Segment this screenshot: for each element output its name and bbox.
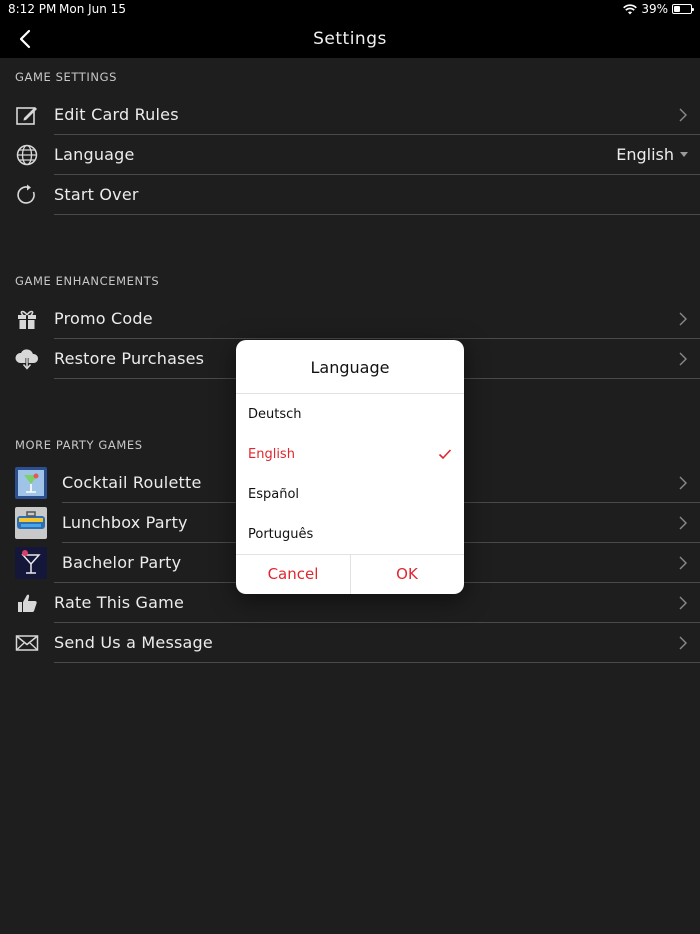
cocktail-roulette-app-icon: [14, 466, 48, 500]
lunchbox-party-app-icon: [14, 506, 48, 540]
row-language[interactable]: Language English: [0, 135, 700, 175]
chevron-right-icon: [679, 312, 687, 326]
row-label: Promo Code: [54, 309, 153, 328]
section-header-game-enhancements: GAME ENHANCEMENTS: [15, 274, 160, 288]
chevron-right-icon: [679, 556, 687, 570]
globe-icon: [14, 143, 40, 167]
row-divider: [54, 214, 700, 215]
edit-icon: [14, 103, 40, 127]
section-header-game-settings: GAME SETTINGS: [15, 70, 118, 84]
chevron-right-icon: [679, 352, 687, 366]
nav-bar: Settings: [0, 20, 700, 58]
row-label: Language: [54, 145, 135, 164]
cloud-download-icon: [14, 347, 40, 371]
row-label: Lunchbox Party: [62, 513, 188, 532]
page-title: Settings: [313, 29, 387, 49]
language-dialog: Language Deutsch English Español Portugu…: [236, 340, 464, 594]
chevron-right-icon: [679, 476, 687, 490]
option-label: Português: [248, 527, 314, 542]
battery-fill: [674, 6, 680, 12]
chevron-right-icon: [679, 636, 687, 650]
battery-icon: [672, 4, 694, 14]
option-label: English: [248, 447, 295, 462]
language-option-english[interactable]: English: [236, 434, 464, 474]
refresh-icon: [14, 183, 40, 207]
bachelor-party-app-icon: [14, 546, 48, 580]
thumbs-up-icon: [14, 591, 40, 615]
row-promo-code[interactable]: Promo Code: [0, 299, 700, 339]
row-label: Edit Card Rules: [54, 105, 179, 124]
language-value: English: [616, 145, 674, 164]
chevron-right-icon: [679, 596, 687, 610]
status-time: 8:12 PM: [8, 2, 57, 16]
section-header-more-party-games: MORE PARTY GAMES: [15, 438, 143, 452]
status-right: 39%: [623, 2, 694, 16]
gift-icon: [14, 307, 40, 331]
row-label: Cocktail Roulette: [62, 473, 202, 492]
checkmark-icon: [438, 449, 452, 460]
chevron-right-icon: [679, 516, 687, 530]
row-label: Start Over: [54, 185, 139, 204]
row-start-over[interactable]: Start Over: [0, 175, 700, 215]
option-label: Deutsch: [248, 407, 302, 422]
row-edit-card-rules[interactable]: Edit Card Rules: [0, 95, 700, 135]
row-label: Restore Purchases: [54, 349, 205, 368]
row-divider: [54, 662, 700, 663]
wifi-icon: [623, 3, 638, 14]
language-option-portugues[interactable]: Português: [236, 514, 464, 554]
ok-button[interactable]: OK: [350, 554, 464, 594]
status-bar: 8:12 PM Mon Jun 15 39%: [0, 0, 700, 20]
row-label: Send Us a Message: [54, 633, 213, 652]
envelope-icon: [14, 631, 40, 655]
chevron-right-icon: [679, 108, 687, 122]
cancel-button[interactable]: Cancel: [236, 554, 350, 594]
option-label: Español: [248, 487, 300, 502]
language-option-deutsch[interactable]: Deutsch: [236, 394, 464, 434]
row-label: Bachelor Party: [62, 553, 182, 572]
dialog-title: Language: [310, 358, 390, 377]
status-date: Mon Jun 15: [59, 2, 126, 16]
language-option-espanol[interactable]: Español: [236, 474, 464, 514]
row-send-message[interactable]: Send Us a Message: [0, 623, 700, 663]
row-label: Rate This Game: [54, 593, 184, 612]
caret-down-icon: [680, 152, 688, 157]
battery-percent: 39%: [641, 2, 668, 16]
